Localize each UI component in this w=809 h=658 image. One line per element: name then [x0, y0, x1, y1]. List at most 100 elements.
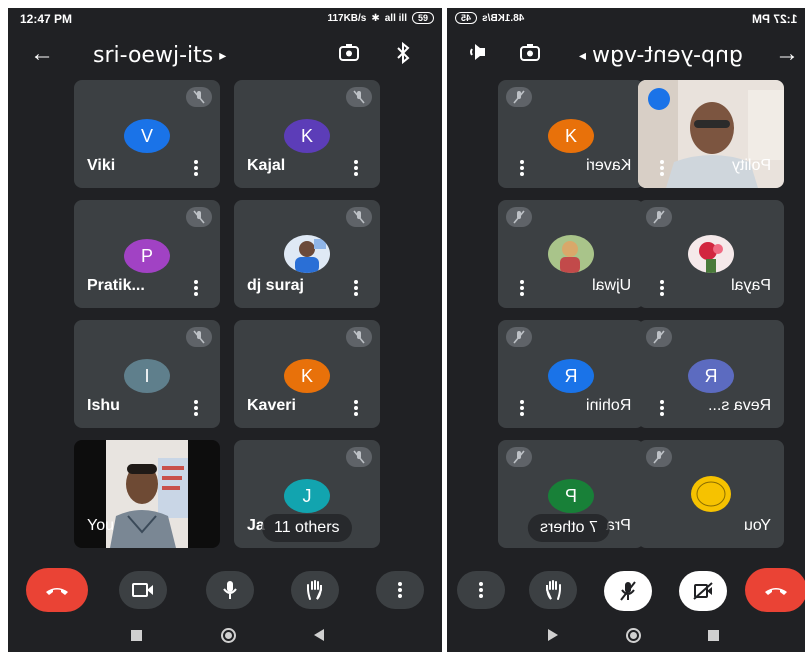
- right-meeting-screen: 45 48.1KB/s 1:27 PM gnp-yent-vgw ▸ → K Ka…: [447, 8, 805, 652]
- more-vert-icon[interactable]: [660, 400, 664, 416]
- mic-off-icon: [346, 327, 372, 347]
- participant-name: Polity: [731, 157, 771, 174]
- participant-tile[interactable]: R Rohini: [498, 320, 644, 428]
- mic-off-icon: [346, 447, 372, 467]
- participant-tile[interactable]: P Pra 7 others: [498, 440, 644, 548]
- meeting-code-text: sri-oewj-its: [93, 43, 214, 68]
- participant-tile[interactable]: I Ishu: [74, 320, 220, 428]
- call-controls: [8, 559, 442, 619]
- back-button[interactable]: [543, 625, 563, 645]
- battery-icon: 45: [455, 12, 478, 24]
- avatar: K: [548, 119, 594, 153]
- avatar: K: [284, 359, 330, 393]
- back-button[interactable]: [309, 625, 329, 645]
- profile-photo: [284, 235, 330, 273]
- more-vert-icon[interactable]: [660, 280, 664, 296]
- meeting-code[interactable]: sri-oewj-its ▸: [93, 43, 226, 68]
- more-vert-icon[interactable]: [194, 280, 198, 296]
- participant-tile[interactable]: K Kaveri: [234, 320, 380, 428]
- more-vert-icon[interactable]: [354, 280, 358, 296]
- mic-off-icon: [346, 207, 372, 227]
- circle-icon: [220, 627, 236, 643]
- battery-icon: 59: [411, 12, 434, 24]
- recents-button[interactable]: [126, 625, 146, 645]
- more-vert-icon[interactable]: [194, 160, 198, 176]
- participant-tile[interactable]: K Kaveri: [498, 80, 644, 188]
- more-vert-icon[interactable]: [520, 400, 524, 416]
- participant-name: Rohini: [585, 397, 631, 414]
- participant-tile[interactable]: V Viki: [74, 80, 220, 188]
- status-indicators: 117KB/s ✱ all ill 59: [327, 12, 434, 24]
- mic-icon[interactable]: [206, 571, 254, 609]
- raise-hand-icon[interactable]: [529, 571, 577, 609]
- mic-off-icon: [186, 327, 212, 347]
- meeting-code[interactable]: gnp-yent-vgw ▸: [579, 43, 743, 68]
- square-icon: [130, 629, 142, 641]
- participant-tile[interactable]: Ujwal: [498, 200, 644, 308]
- status-time: 1:27 PM: [751, 12, 797, 26]
- others-count-pill[interactable]: 7 others: [528, 514, 610, 542]
- status-bar: 45 48.1KB/s 1:27 PM: [447, 8, 805, 30]
- participant-name: Pratik...: [87, 277, 145, 294]
- home-button[interactable]: [218, 625, 238, 645]
- status-bar: 12:47 PM 117KB/s ✱ all ill 59: [8, 8, 442, 30]
- participant-name: Pra: [606, 517, 631, 534]
- self-video-feed: [106, 440, 188, 548]
- participant-tile[interactable]: P Pratik...: [74, 200, 220, 308]
- participant-name: Reva s...: [707, 397, 771, 414]
- signal-icon: all ill: [384, 12, 407, 24]
- more-options-icon[interactable]: [457, 571, 505, 609]
- system-nav-bar: [8, 619, 442, 652]
- self-tile[interactable]: You: [638, 440, 784, 548]
- more-vert-icon: [479, 582, 483, 598]
- mic-off-icon: [506, 327, 532, 347]
- more-vert-icon[interactable]: [520, 160, 524, 176]
- others-count-pill[interactable]: 11 others: [262, 514, 352, 542]
- mic-off-icon[interactable]: [604, 571, 652, 611]
- more-vert-icon[interactable]: [660, 160, 664, 176]
- switch-camera-icon[interactable]: [517, 41, 543, 67]
- avatar: I: [124, 359, 170, 393]
- participant-name: Kaveri: [247, 397, 296, 414]
- mic-off-icon: [646, 447, 672, 467]
- recents-button[interactable]: [703, 625, 723, 645]
- avatar: K: [284, 119, 330, 153]
- home-button[interactable]: [623, 625, 643, 645]
- more-options-icon[interactable]: [376, 571, 424, 609]
- participant-name: dj suraj: [247, 277, 304, 294]
- avatar: J: [284, 479, 330, 513]
- participant-tile[interactable]: R Reva s...: [638, 320, 784, 428]
- video-off-icon[interactable]: [679, 571, 727, 611]
- arrow-back-icon[interactable]: →: [775, 40, 799, 68]
- participant-tile[interactable]: Payal: [638, 200, 784, 308]
- more-vert-icon[interactable]: [520, 280, 524, 296]
- avatar: P: [548, 479, 594, 513]
- profile-photo: [548, 235, 594, 273]
- more-vert-icon[interactable]: [194, 400, 198, 416]
- participant-video-tile[interactable]: Polity: [638, 80, 784, 188]
- switch-camera-icon[interactable]: [336, 41, 362, 67]
- raise-hand-icon[interactable]: [291, 571, 339, 609]
- participant-name: Ishu: [87, 397, 120, 414]
- hangup-icon[interactable]: [26, 568, 88, 612]
- more-vert-icon[interactable]: [354, 160, 358, 176]
- participant-name: Ujwal: [591, 277, 631, 294]
- hangup-icon[interactable]: [745, 568, 805, 612]
- video-icon[interactable]: [119, 571, 167, 609]
- more-vert-icon[interactable]: [354, 400, 358, 416]
- speaker-icon[interactable]: [467, 41, 493, 67]
- status-indicators: 45 48.1KB/s: [455, 12, 524, 24]
- participant-name: Viki: [87, 157, 116, 174]
- circle-icon: [625, 627, 641, 643]
- participant-name: Kajal: [247, 157, 286, 174]
- system-nav-bar: [447, 619, 805, 652]
- arrow-back-icon[interactable]: ←: [30, 40, 54, 68]
- self-video-tile[interactable]: You: [74, 440, 220, 548]
- meeting-header: gnp-yent-vgw ▸ →: [447, 36, 805, 78]
- participant-tile[interactable]: J Ja 11 others: [234, 440, 380, 548]
- bluetooth-icon[interactable]: [390, 41, 416, 67]
- bluetooth-status-icon: ✱: [371, 12, 380, 24]
- participant-tile[interactable]: K Kajal: [234, 80, 380, 188]
- meeting-header: ← sri-oewj-its ▸: [8, 36, 442, 78]
- participant-tile[interactable]: dj suraj: [234, 200, 380, 308]
